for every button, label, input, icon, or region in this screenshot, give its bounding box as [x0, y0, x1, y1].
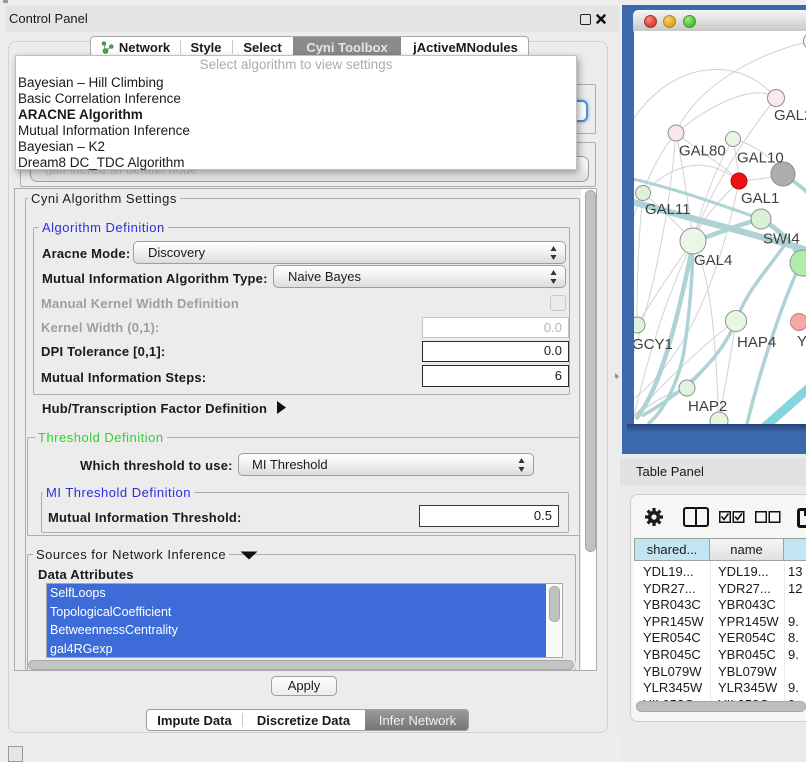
svg-text:GAL80: GAL80	[679, 143, 726, 160]
svg-text:HAP2: HAP2	[688, 398, 727, 415]
svg-text:SWI4: SWI4	[763, 231, 800, 248]
svg-text:YPL: YPL	[797, 333, 806, 350]
svg-text:GAL4: GAL4	[694, 252, 732, 269]
svg-text:GCY1: GCY1	[634, 336, 673, 353]
svg-text:GAL10: GAL10	[737, 150, 784, 167]
svg-text:HAP4: HAP4	[737, 334, 776, 351]
svg-text:GAL11: GAL11	[645, 201, 691, 218]
svg-text:GAL2: GAL2	[774, 107, 806, 124]
svg-text:GAL1: GAL1	[741, 190, 779, 207]
